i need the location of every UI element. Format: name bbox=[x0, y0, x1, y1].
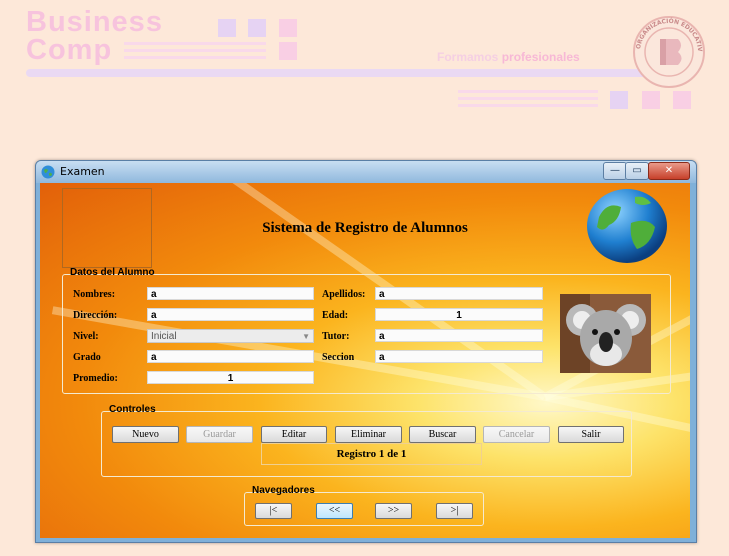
editar-button[interactable]: Editar bbox=[261, 426, 327, 443]
first-record-button[interactable]: |< bbox=[255, 503, 292, 519]
chevron-down-icon[interactable]: ▼ bbox=[302, 330, 310, 343]
window-title: Examen bbox=[60, 165, 105, 178]
brand-stripe bbox=[458, 104, 598, 107]
nombres-label: Nombres: bbox=[73, 289, 116, 300]
brand-square bbox=[610, 91, 628, 109]
direccion-label: Dirección: bbox=[73, 310, 118, 321]
brand-square bbox=[279, 42, 297, 60]
buscar-button[interactable]: Buscar bbox=[409, 426, 476, 443]
app-globe-icon bbox=[41, 165, 55, 179]
cancelar-button[interactable]: Cancelar bbox=[483, 426, 550, 443]
brand-square bbox=[248, 19, 266, 37]
brand-stripe bbox=[124, 56, 266, 59]
globe-image bbox=[587, 189, 667, 263]
direccion-input[interactable]: a bbox=[147, 308, 314, 321]
datos-alumno-label: Datos del Alumno bbox=[70, 267, 155, 278]
edad-label: Edad: bbox=[322, 310, 349, 321]
app-window: Examen — ▭ ✕ Sistema de Registro de Alum… bbox=[35, 160, 697, 543]
tutor-label: Tutor: bbox=[322, 331, 350, 342]
promedio-label: Promedio: bbox=[73, 373, 118, 384]
record-position-label: Registro 1 de 1 bbox=[261, 443, 482, 465]
next-record-button[interactable]: >> bbox=[375, 503, 412, 519]
brand-square bbox=[642, 91, 660, 109]
nivel-label: Nivel: bbox=[73, 331, 99, 342]
nivel-selected-value: Inicial bbox=[151, 331, 177, 342]
nivel-select[interactable]: Inicial ▼ bbox=[147, 329, 314, 343]
grado-label: Grado bbox=[73, 352, 101, 363]
guardar-button[interactable]: Guardar bbox=[186, 426, 253, 443]
tagline-part1: Formamos bbox=[437, 50, 499, 64]
last-record-button[interactable]: >| bbox=[436, 503, 473, 519]
promedio-input[interactable]: 1 bbox=[147, 371, 314, 384]
brand-square bbox=[279, 19, 297, 37]
controles-label: Controles bbox=[109, 404, 156, 415]
eliminar-button[interactable]: Eliminar bbox=[335, 426, 402, 443]
previous-record-button[interactable]: << bbox=[316, 503, 353, 519]
edad-input[interactable]: 1 bbox=[375, 308, 543, 321]
form-client-area: Sistema de Registro de Alumnos Datos del… bbox=[40, 183, 690, 538]
brand-square bbox=[218, 19, 236, 37]
maximize-button[interactable]: ▭ bbox=[625, 162, 649, 180]
apellidos-label: Apellidos: bbox=[322, 289, 366, 300]
brand-line2: Comp bbox=[26, 34, 113, 66]
brand-stripe bbox=[124, 49, 266, 52]
brand-line1: Business bbox=[26, 6, 163, 38]
brand-stripe bbox=[458, 97, 598, 100]
navegadores-label: Navegadores bbox=[252, 485, 315, 496]
grado-input[interactable]: a bbox=[147, 350, 314, 363]
seccion-label: Seccion bbox=[322, 352, 355, 363]
close-button[interactable]: ✕ bbox=[648, 162, 690, 180]
seccion-input[interactable]: a bbox=[375, 350, 543, 363]
window-titlebar[interactable]: Examen — ▭ ✕ bbox=[36, 161, 696, 183]
student-photo-image bbox=[560, 294, 651, 373]
apellidos-input[interactable]: a bbox=[375, 287, 543, 300]
tutor-input[interactable]: a bbox=[375, 329, 543, 342]
salir-button[interactable]: Salir bbox=[558, 426, 624, 443]
tagline: Formamos profesionales bbox=[437, 50, 580, 64]
nuevo-button[interactable]: Nuevo bbox=[112, 426, 179, 443]
tagline-part2: profesionales bbox=[501, 50, 580, 64]
minimize-button[interactable]: — bbox=[603, 162, 627, 180]
brand-divider-bar bbox=[26, 69, 646, 77]
brand-stripe bbox=[124, 42, 266, 45]
nombres-input[interactable]: a bbox=[147, 287, 314, 300]
organization-seal-icon: ORGANIZACIÓN EDUCATIVA BUSINESS COMP bbox=[632, 15, 705, 88]
brand-stripe bbox=[458, 90, 598, 93]
brand-square bbox=[673, 91, 691, 109]
